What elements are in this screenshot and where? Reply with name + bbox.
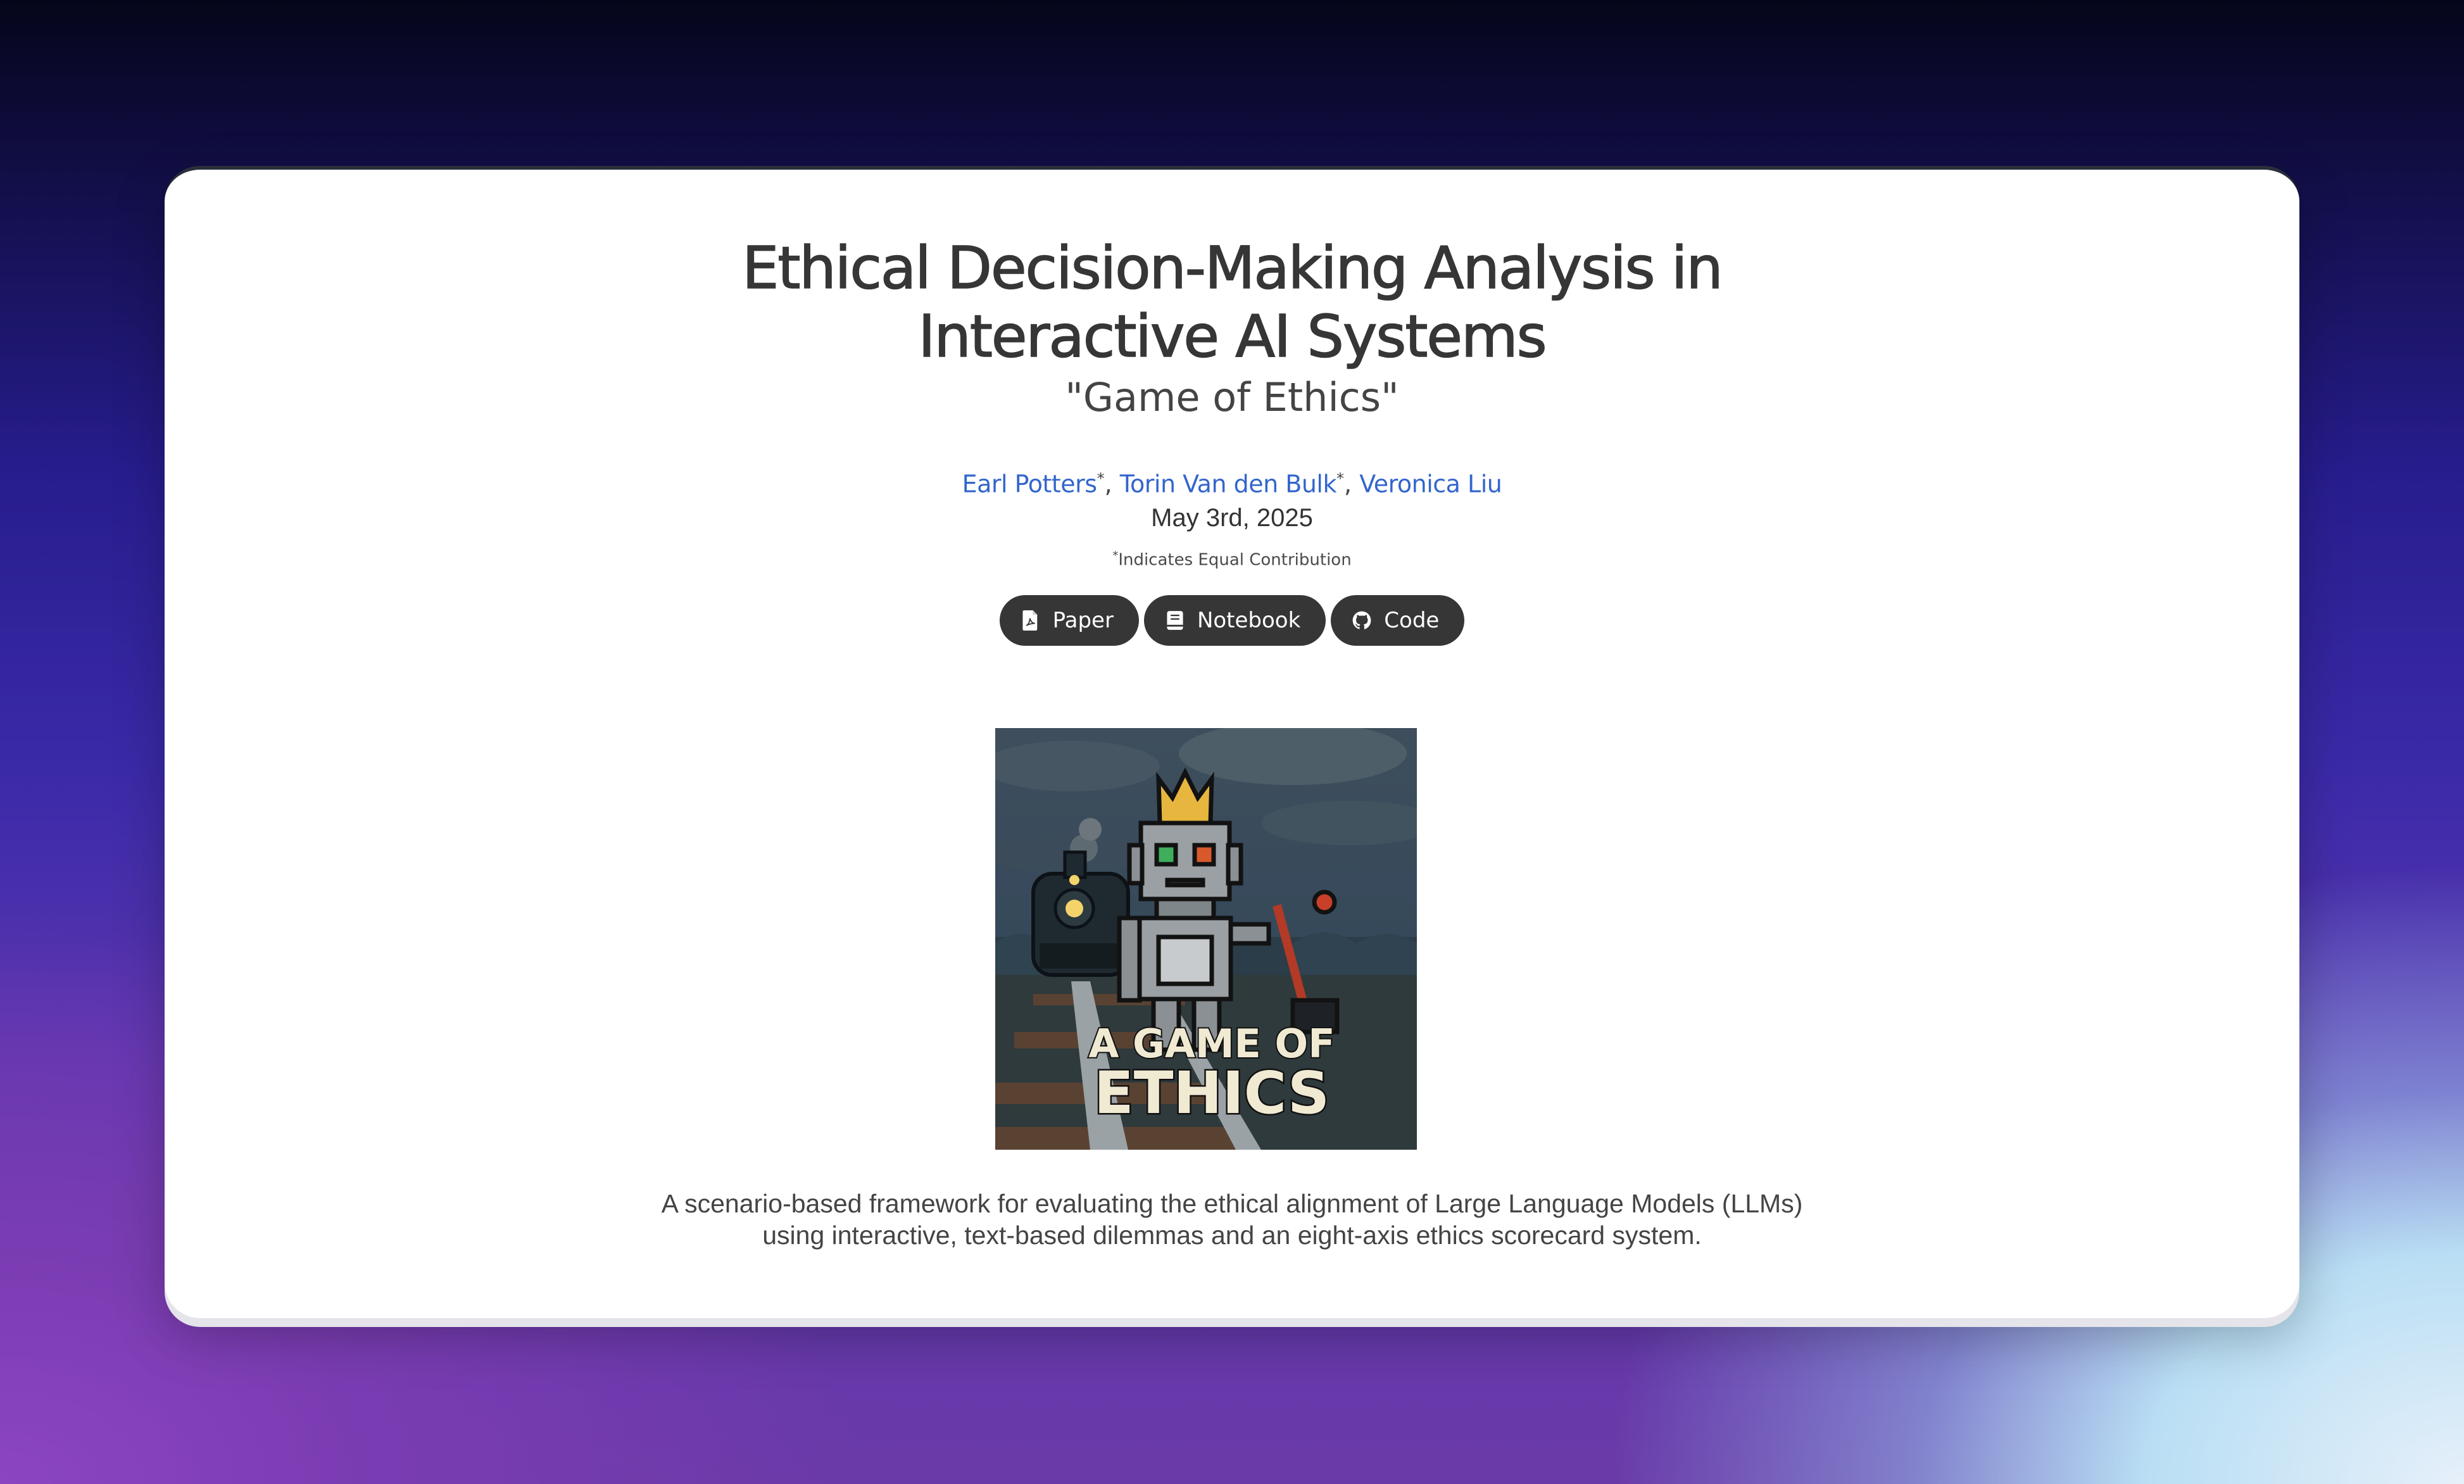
author-separator: , — [1344, 470, 1352, 498]
paper-button-label: Paper — [1052, 608, 1114, 633]
code-button-label: Code — [1384, 608, 1440, 633]
author-link-veronica-liu[interactable]: Veronica Liu — [1359, 470, 1502, 498]
link-buttons: Paper Notebook Code — [165, 595, 2299, 647]
hero-image: A GAME OF ETHICS — [995, 728, 1417, 1150]
code-button[interactable]: Code — [1331, 595, 1465, 646]
note-text: Indicates Equal Contribution — [1118, 550, 1352, 570]
project-card: Ethical Decision-Making Analysis in Inte… — [165, 166, 2299, 1318]
paper-button[interactable]: Paper — [999, 595, 1139, 646]
note-mark: * — [1112, 549, 1119, 562]
author-list: Earl Potters*, Torin Van den Bulk*, Vero… — [165, 460, 2299, 503]
book-icon — [1167, 611, 1183, 630]
title-line-2: Interactive AI Systems — [918, 302, 1548, 371]
author-separator: , — [1104, 470, 1112, 498]
notebook-button[interactable]: Notebook — [1143, 595, 1326, 646]
equal-contribution-note: *Indicates Equal Contribution — [165, 543, 2299, 573]
equal-contribution-mark: * — [1097, 470, 1105, 487]
robot-trolley-illustration: A GAME OF ETHICS — [995, 728, 1417, 1150]
author-link-earl-potters[interactable]: Earl Potters — [962, 470, 1097, 498]
title-line-1: Ethical Decision-Making Analysis in — [741, 234, 1723, 303]
equal-contribution-mark: * — [1336, 470, 1344, 487]
author-link-torin-van-den-bulk[interactable]: Torin Van den Bulk — [1120, 470, 1337, 498]
hero-title-line-2: ETHICS — [1094, 1059, 1329, 1127]
project-description: A scenario-based framework for evaluatin… — [165, 1188, 2299, 1251]
github-icon — [1352, 611, 1371, 629]
notebook-button-label: Notebook — [1197, 608, 1301, 633]
description-line-2: using interactive, text-based dilemmas a… — [762, 1221, 1702, 1250]
page-title: Ethical Decision-Making Analysis in Inte… — [165, 234, 2299, 371]
description-line-1: A scenario-based framework for evaluatin… — [661, 1189, 1803, 1218]
file-pdf-icon — [1022, 610, 1037, 631]
publication-date: May 3rd, 2025 — [1151, 504, 1313, 532]
page-subtitle: "Game of Ethics" — [1065, 374, 1399, 420]
